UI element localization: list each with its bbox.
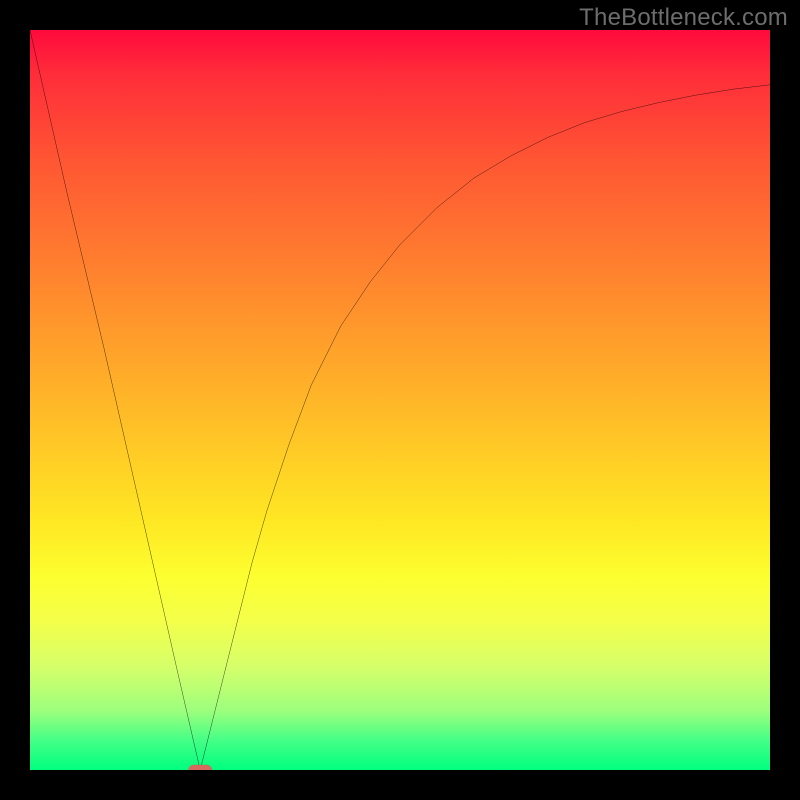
minimum-marker-pill [188,765,212,770]
minimum-marker [188,765,212,770]
bottleneck-curve-line [30,30,770,770]
chart-frame: TheBottleneck.com [0,0,800,800]
watermark-text: TheBottleneck.com [579,4,788,32]
bottleneck-curve-svg [30,30,770,770]
plot-area [30,30,770,770]
